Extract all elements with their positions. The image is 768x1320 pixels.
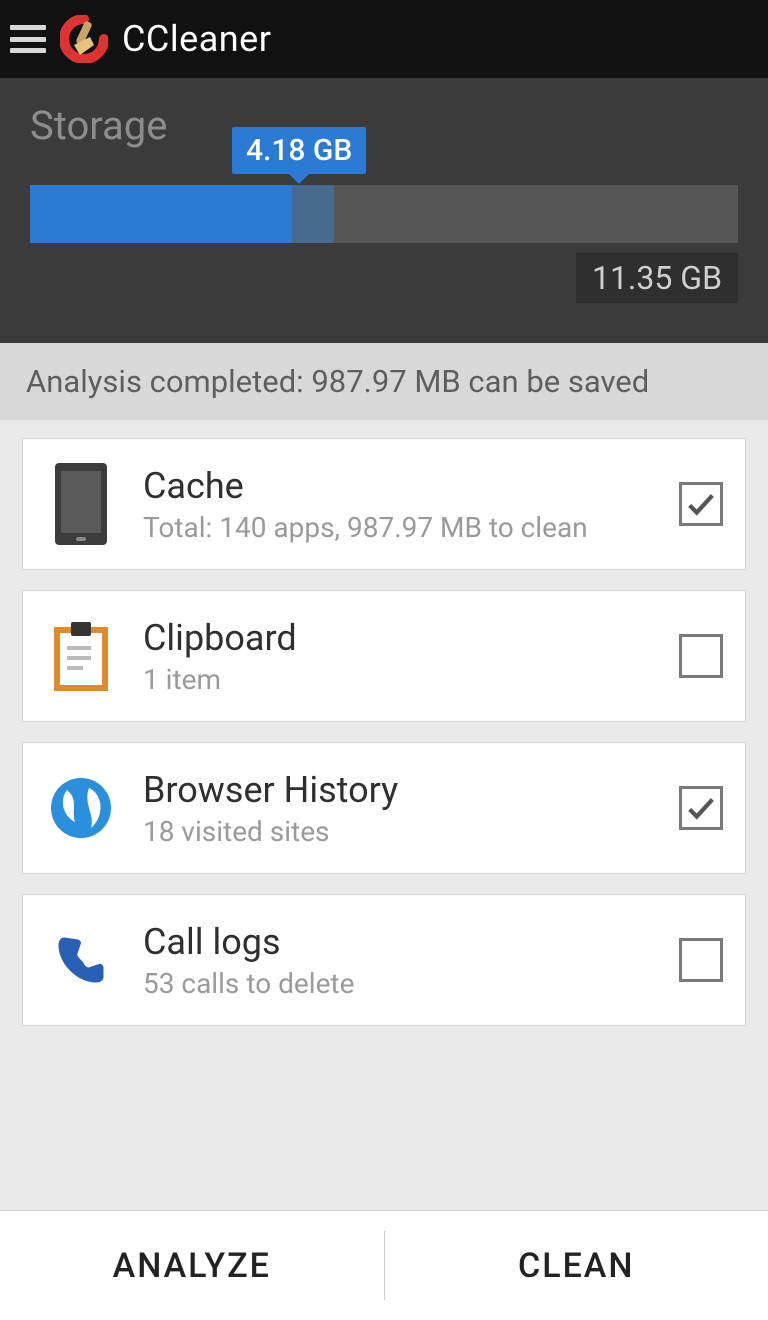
clean-items-list: Cache Total: 140 apps, 987.97 MB to clea… bbox=[0, 420, 768, 1210]
app-logo-icon bbox=[60, 15, 108, 63]
item-checkbox[interactable] bbox=[679, 786, 723, 830]
list-item-call-logs[interactable]: Call logs 53 calls to delete bbox=[22, 894, 746, 1026]
storage-total: 11.35 GB bbox=[30, 253, 738, 303]
analyze-button[interactable]: ANALYZE bbox=[0, 1211, 384, 1320]
item-subtitle: Total: 140 apps, 987.97 MB to clean bbox=[143, 511, 653, 544]
globe-icon bbox=[45, 767, 117, 849]
clean-button[interactable]: CLEAN bbox=[385, 1211, 768, 1320]
app-title: CCleaner bbox=[122, 18, 271, 60]
storage-bar-extra bbox=[292, 185, 334, 243]
analysis-status: Analysis completed: 987.97 MB can be sav… bbox=[0, 343, 768, 420]
phone-call-icon bbox=[45, 919, 117, 1001]
menu-icon[interactable] bbox=[10, 25, 46, 53]
storage-used-badge: 4.18 GB bbox=[232, 127, 366, 174]
storage-bar bbox=[30, 185, 738, 243]
storage-heading: Storage bbox=[30, 102, 738, 149]
list-item-browser-history[interactable]: Browser History 18 visited sites bbox=[22, 742, 746, 874]
item-subtitle: 53 calls to delete bbox=[143, 967, 653, 1000]
item-checkbox[interactable] bbox=[679, 482, 723, 526]
bottom-action-bar: ANALYZE CLEAN bbox=[0, 1210, 768, 1320]
storage-panel: Storage 4.18 GB 11.35 GB bbox=[0, 78, 768, 343]
storage-total-label: 11.35 GB bbox=[576, 253, 738, 303]
item-title: Clipboard bbox=[143, 617, 653, 659]
list-item-clipboard[interactable]: Clipboard 1 item bbox=[22, 590, 746, 722]
list-item-cache[interactable]: Cache Total: 140 apps, 987.97 MB to clea… bbox=[22, 438, 746, 570]
phone-icon bbox=[45, 463, 117, 545]
item-subtitle: 1 item bbox=[143, 663, 653, 696]
item-checkbox[interactable] bbox=[679, 938, 723, 982]
item-title: Call logs bbox=[143, 921, 653, 963]
clipboard-icon bbox=[45, 615, 117, 697]
item-subtitle: 18 visited sites bbox=[143, 815, 653, 848]
item-checkbox[interactable] bbox=[679, 634, 723, 678]
app-bar: CCleaner bbox=[0, 0, 768, 78]
item-title: Cache bbox=[143, 465, 653, 507]
item-title: Browser History bbox=[143, 769, 653, 811]
storage-bar-used bbox=[30, 185, 292, 243]
